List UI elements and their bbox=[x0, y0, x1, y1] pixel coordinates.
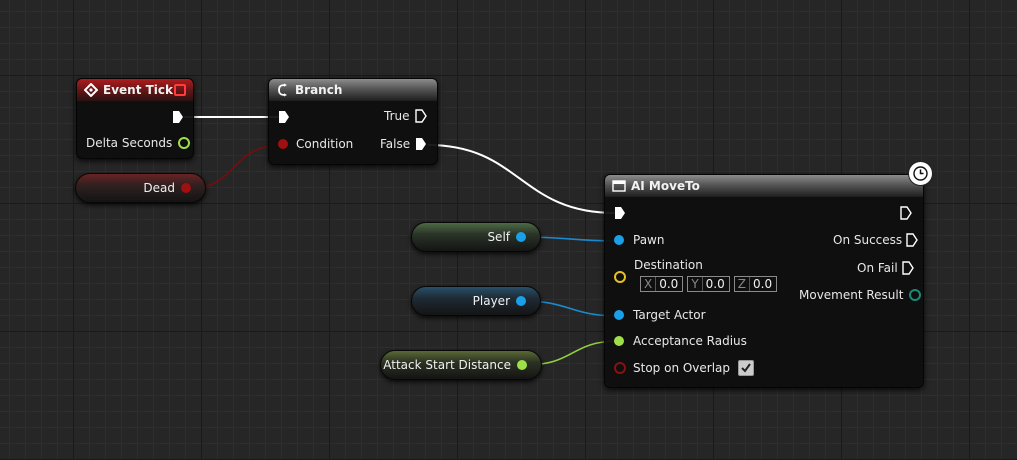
event-tick-exec-out-pin[interactable] bbox=[172, 110, 184, 124]
exec-out-icon bbox=[416, 138, 427, 150]
true-label: True bbox=[384, 109, 410, 123]
y-axis-label: Y bbox=[688, 277, 703, 291]
bool-pin-icon bbox=[278, 139, 288, 149]
false-label: False bbox=[380, 137, 411, 151]
player-variable-node[interactable]: Player bbox=[411, 286, 541, 316]
exec-in-icon bbox=[279, 111, 289, 123]
dead-variable-label: Dead bbox=[143, 181, 175, 195]
vector-pin-icon[interactable] bbox=[614, 271, 626, 283]
exec-out-icon bbox=[173, 111, 183, 123]
attack-start-distance-node[interactable]: Attack Start Distance bbox=[380, 350, 542, 380]
on-success-pin[interactable]: On Success bbox=[833, 233, 919, 247]
exec-out-hollow-icon bbox=[901, 261, 914, 275]
exec-out-hollow-icon bbox=[414, 109, 427, 123]
destination-label: Destination bbox=[634, 258, 703, 272]
player-variable-label: Player bbox=[472, 294, 510, 308]
acceptance-radius-label: Acceptance Radius bbox=[633, 334, 747, 348]
condition-pin[interactable]: Condition bbox=[278, 137, 353, 151]
exec-out-hollow-icon bbox=[900, 206, 912, 220]
branch-false-pin[interactable]: False bbox=[380, 137, 427, 151]
stop-on-overlap-pin[interactable]: Stop on Overlap bbox=[614, 360, 755, 376]
delegate-square-icon[interactable] bbox=[174, 84, 186, 96]
on-success-label: On Success bbox=[833, 233, 903, 247]
vector-z-field[interactable]: Z 0.0 bbox=[733, 276, 778, 292]
condition-label: Condition bbox=[296, 137, 354, 151]
movement-result-pin[interactable]: Movement Result bbox=[799, 288, 922, 302]
exec-in-icon bbox=[615, 207, 625, 219]
branch-exec-in-pin[interactable] bbox=[278, 110, 290, 124]
stop-on-overlap-checkbox[interactable] bbox=[738, 360, 755, 376]
ai-moveto-header[interactable]: AI MoveTo bbox=[605, 175, 923, 197]
attack-start-distance-label: Attack Start Distance bbox=[383, 358, 511, 372]
vector-x-field[interactable]: X 0.0 bbox=[640, 276, 684, 292]
x-value: 0.0 bbox=[659, 277, 679, 291]
bool-pin-icon bbox=[614, 362, 626, 374]
function-icon bbox=[612, 179, 626, 193]
moveto-exec-out-pin[interactable] bbox=[900, 206, 912, 220]
float-pin-icon bbox=[614, 336, 624, 346]
object-pin-icon[interactable] bbox=[516, 232, 526, 242]
pawn-label: Pawn bbox=[633, 233, 665, 247]
float-pin-icon bbox=[178, 137, 191, 149]
y-value: 0.0 bbox=[705, 277, 725, 291]
enum-pin-icon bbox=[909, 289, 922, 301]
ai-moveto-title: AI MoveTo bbox=[631, 179, 700, 193]
latent-clock-icon bbox=[908, 161, 933, 186]
object-pin-icon[interactable] bbox=[516, 296, 526, 306]
target-actor-label: Target Actor bbox=[633, 308, 706, 322]
delta-seconds-label: Delta Seconds bbox=[86, 136, 173, 150]
z-axis-label: Z bbox=[735, 277, 750, 291]
pawn-pin[interactable]: Pawn bbox=[614, 233, 664, 247]
checkmark-icon bbox=[741, 363, 751, 373]
vector-y-field[interactable]: Y 0.0 bbox=[687, 276, 730, 292]
movement-result-label: Movement Result bbox=[799, 288, 904, 302]
acceptance-radius-pin[interactable]: Acceptance Radius bbox=[614, 334, 747, 348]
x-axis-label: X bbox=[641, 277, 657, 291]
self-variable-node[interactable]: Self bbox=[411, 222, 541, 252]
event-tick-title: Event Tick bbox=[103, 83, 174, 97]
on-fail-label: On Fail bbox=[857, 261, 898, 275]
event-tick-header[interactable]: Event Tick bbox=[77, 79, 193, 101]
on-fail-pin[interactable]: On Fail bbox=[857, 261, 914, 275]
delta-seconds-pin[interactable]: Delta Seconds bbox=[86, 136, 191, 150]
exec-wire-false-to-moveto bbox=[427, 144, 616, 214]
event-diamond-icon bbox=[84, 83, 98, 97]
object-pin-icon bbox=[614, 310, 624, 320]
stop-on-overlap-label: Stop on Overlap bbox=[633, 361, 731, 375]
destination-vector-input[interactable]: X 0.0 Y 0.0 Z 0.0 bbox=[640, 276, 781, 292]
branch-true-pin[interactable]: True bbox=[384, 109, 427, 123]
exec-out-hollow-icon bbox=[906, 233, 919, 247]
self-variable-label: Self bbox=[487, 230, 510, 244]
branch-title: Branch bbox=[295, 83, 343, 97]
dead-variable-node[interactable]: Dead bbox=[75, 173, 206, 203]
object-pin-icon bbox=[614, 235, 624, 245]
destination-pin[interactable]: Destination bbox=[614, 258, 703, 272]
z-value: 0.0 bbox=[753, 277, 773, 291]
float-pin-icon[interactable] bbox=[517, 360, 527, 370]
bool-pin-icon[interactable] bbox=[181, 183, 191, 193]
target-actor-pin[interactable]: Target Actor bbox=[614, 308, 706, 322]
branch-icon bbox=[276, 83, 290, 97]
moveto-exec-in-pin[interactable] bbox=[614, 206, 626, 220]
branch-header[interactable]: Branch bbox=[269, 79, 437, 101]
